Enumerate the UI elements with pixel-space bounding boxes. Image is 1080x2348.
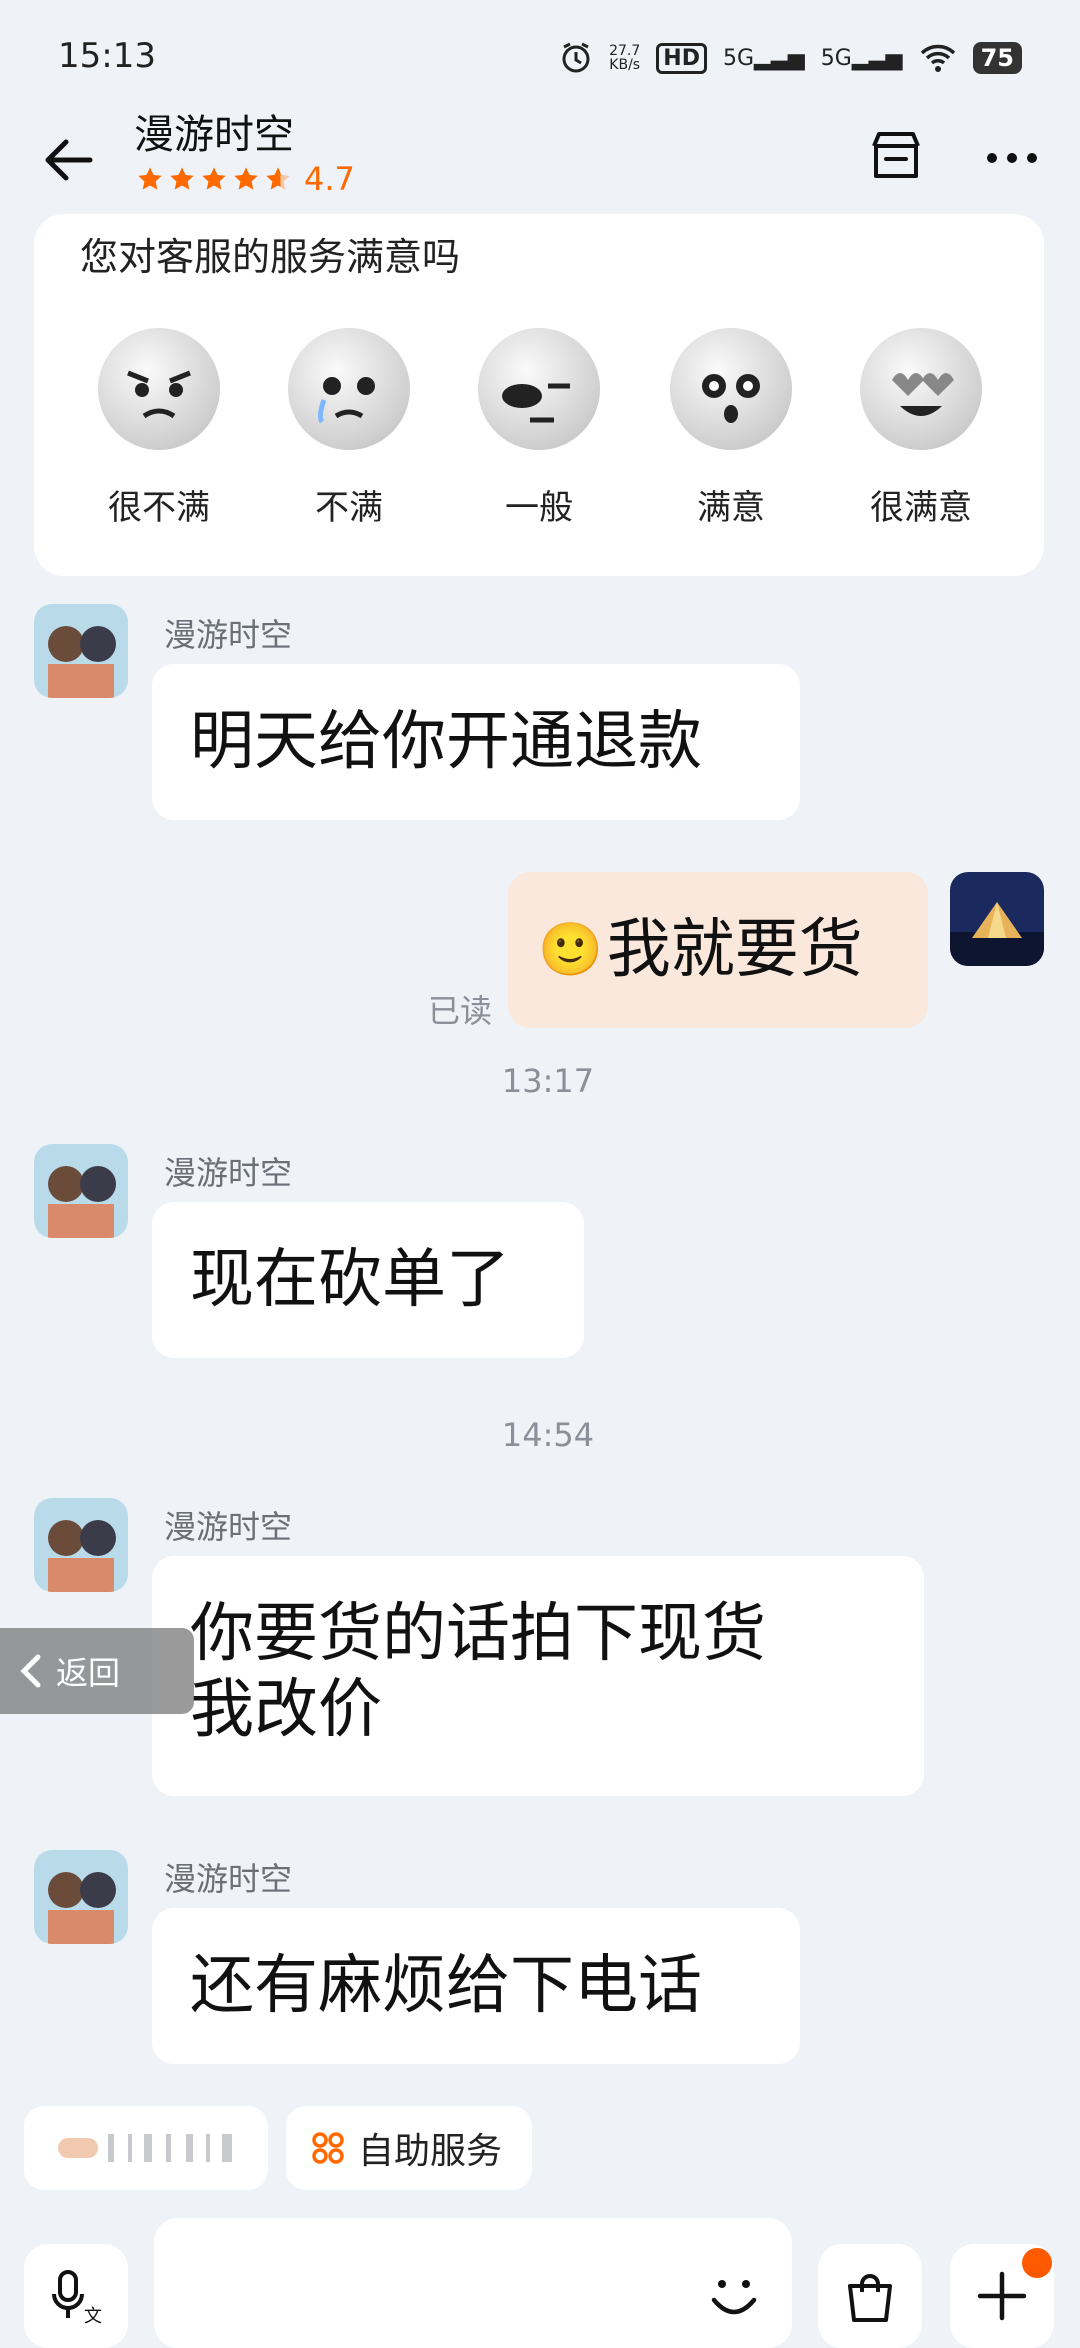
shop-rating: 4.7 xyxy=(136,160,355,198)
message-bubble-incoming[interactable]: 现在砍单了 xyxy=(152,1202,584,1358)
satisfied-face-icon[interactable] xyxy=(670,328,792,450)
emoji-smile-icon[interactable] xyxy=(702,2262,766,2326)
svg-text:文: 文 xyxy=(84,2306,102,2326)
signal-5g-sim1: 5G▂▃▅ xyxy=(722,45,805,71)
wifi-icon xyxy=(920,44,955,72)
blurred-chip-content xyxy=(58,2134,232,2162)
sender-name: 漫游时空 xyxy=(164,1860,293,1898)
half-star-icon xyxy=(266,167,290,190)
shop-avatar[interactable] xyxy=(34,604,128,698)
message-bubble-outgoing[interactable]: 🙂 我就要货 xyxy=(508,872,928,1028)
message-bubble-incoming[interactable]: 明天给你开通退款 xyxy=(152,664,800,820)
back-arrow-icon[interactable] xyxy=(38,128,102,192)
timestamp: 13:17 xyxy=(501,1062,595,1100)
notification-dot xyxy=(1022,2248,1052,2278)
face-label-neutral: 一般 xyxy=(505,488,573,528)
read-status: 已读 xyxy=(428,992,493,1030)
sender-name: 漫游时空 xyxy=(164,1154,293,1192)
product-picker-button[interactable] xyxy=(818,2244,922,2348)
smile-emoji-icon: 🙂 xyxy=(538,920,603,980)
net-speed: 27.7 KB/s xyxy=(609,43,641,73)
signal-5g-sim2: 5G▂▃▅ xyxy=(820,45,903,71)
message-bubble-incoming[interactable]: 你要货的话拍下现货 我改价 xyxy=(152,1556,924,1796)
dissatisfied-face-icon[interactable] xyxy=(288,328,410,450)
face-label-very-dissatisfied: 很不满 xyxy=(108,488,210,528)
blurred-quick-action-chip[interactable] xyxy=(24,2106,268,2190)
self-service-label: 自助服务 xyxy=(358,2131,503,2172)
message-line: 你要货的话拍下现货 xyxy=(190,1597,766,1671)
store-icon[interactable] xyxy=(866,126,926,186)
timestamp: 14:54 xyxy=(501,1416,595,1454)
star-icon xyxy=(138,167,162,190)
return-button[interactable]: 返回 xyxy=(0,1628,194,1714)
neutral-face-icon[interactable] xyxy=(478,328,600,450)
shop-avatar[interactable] xyxy=(34,1144,128,1238)
satisfaction-question: 您对客服的服务满意吗 xyxy=(80,235,461,279)
hd-icon: HD xyxy=(656,42,707,74)
shop-avatar[interactable] xyxy=(34,1850,128,1944)
status-time: 15:13 xyxy=(58,36,156,76)
shop-avatar[interactable] xyxy=(34,1498,128,1592)
return-label: 返回 xyxy=(56,1654,121,1692)
rating-value: 4.7 xyxy=(304,160,355,198)
message-line: 我改价 xyxy=(190,1673,382,1747)
message-input[interactable] xyxy=(154,2218,792,2348)
shopping-bag-icon xyxy=(848,2274,892,2322)
star-icon xyxy=(202,167,226,190)
star-icon xyxy=(170,167,194,190)
very-dissatisfied-face-icon[interactable] xyxy=(98,328,220,450)
shop-title[interactable]: 漫游时空 xyxy=(134,102,294,160)
message-text: 我就要货 xyxy=(606,913,863,987)
alarm-icon xyxy=(562,42,590,73)
very-satisfied-face-icon[interactable] xyxy=(860,328,982,450)
voice-input-button[interactable]: 文 xyxy=(24,2244,128,2348)
sender-name: 漫游时空 xyxy=(164,1508,293,1546)
self-service-chip[interactable]: 自助服务 xyxy=(286,2106,532,2190)
face-label-very-satisfied: 很满意 xyxy=(870,488,972,528)
more-options-icon[interactable] xyxy=(984,150,1040,166)
plus-icon xyxy=(977,2271,1027,2321)
sender-name: 漫游时空 xyxy=(164,616,293,654)
message-bubble-incoming[interactable]: 还有麻烦给下电话 xyxy=(152,1908,800,2064)
microphone-translate-icon: 文 xyxy=(52,2270,102,2326)
status-icons: 27.7 KB/s HD 5G▂▃▅ 5G▂▃▅ 75 xyxy=(559,36,1022,80)
face-label-dissatisfied: 不满 xyxy=(315,488,383,528)
battery-indicator: 75 xyxy=(972,42,1022,74)
face-label-satisfied: 满意 xyxy=(697,488,765,528)
chevron-left-icon xyxy=(20,1654,41,1688)
grid-services-icon xyxy=(312,2132,344,2164)
star-icon xyxy=(234,167,258,190)
my-avatar[interactable] xyxy=(950,872,1044,966)
